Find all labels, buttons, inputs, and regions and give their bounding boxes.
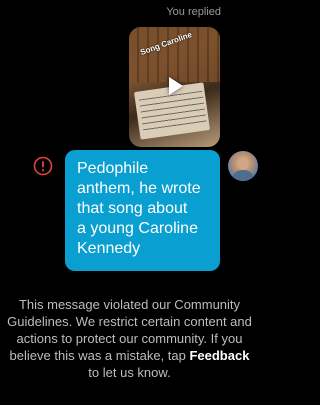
feedback-link[interactable]: Feedback: [189, 348, 249, 363]
avatar-shirt: [232, 170, 254, 181]
message-line: Kennedy: [77, 240, 141, 257]
notice-text-end: to let us know.: [88, 365, 171, 380]
replied-label: You replied: [166, 6, 221, 18]
message-line: Pedophile: [77, 160, 149, 177]
message-line: anthem, he wrote: [77, 180, 201, 197]
avatar-head: [237, 157, 249, 170]
exclamation-circle-icon[interactable]: [33, 156, 53, 176]
dm-thread-screen: You replied Song Caroline Pedophile anth…: [0, 0, 259, 405]
message-line: a young Caroline: [77, 220, 198, 237]
shared-reel-thumbnail[interactable]: Song Caroline: [129, 27, 220, 147]
message-line: that song about: [77, 200, 188, 217]
guidelines-notice: This message violated our Community Guid…: [4, 296, 255, 381]
play-icon[interactable]: [169, 77, 183, 95]
message-bubble[interactable]: Pedophile anthem, he wrote that song abo…: [65, 150, 220, 271]
avatar[interactable]: [228, 151, 258, 181]
